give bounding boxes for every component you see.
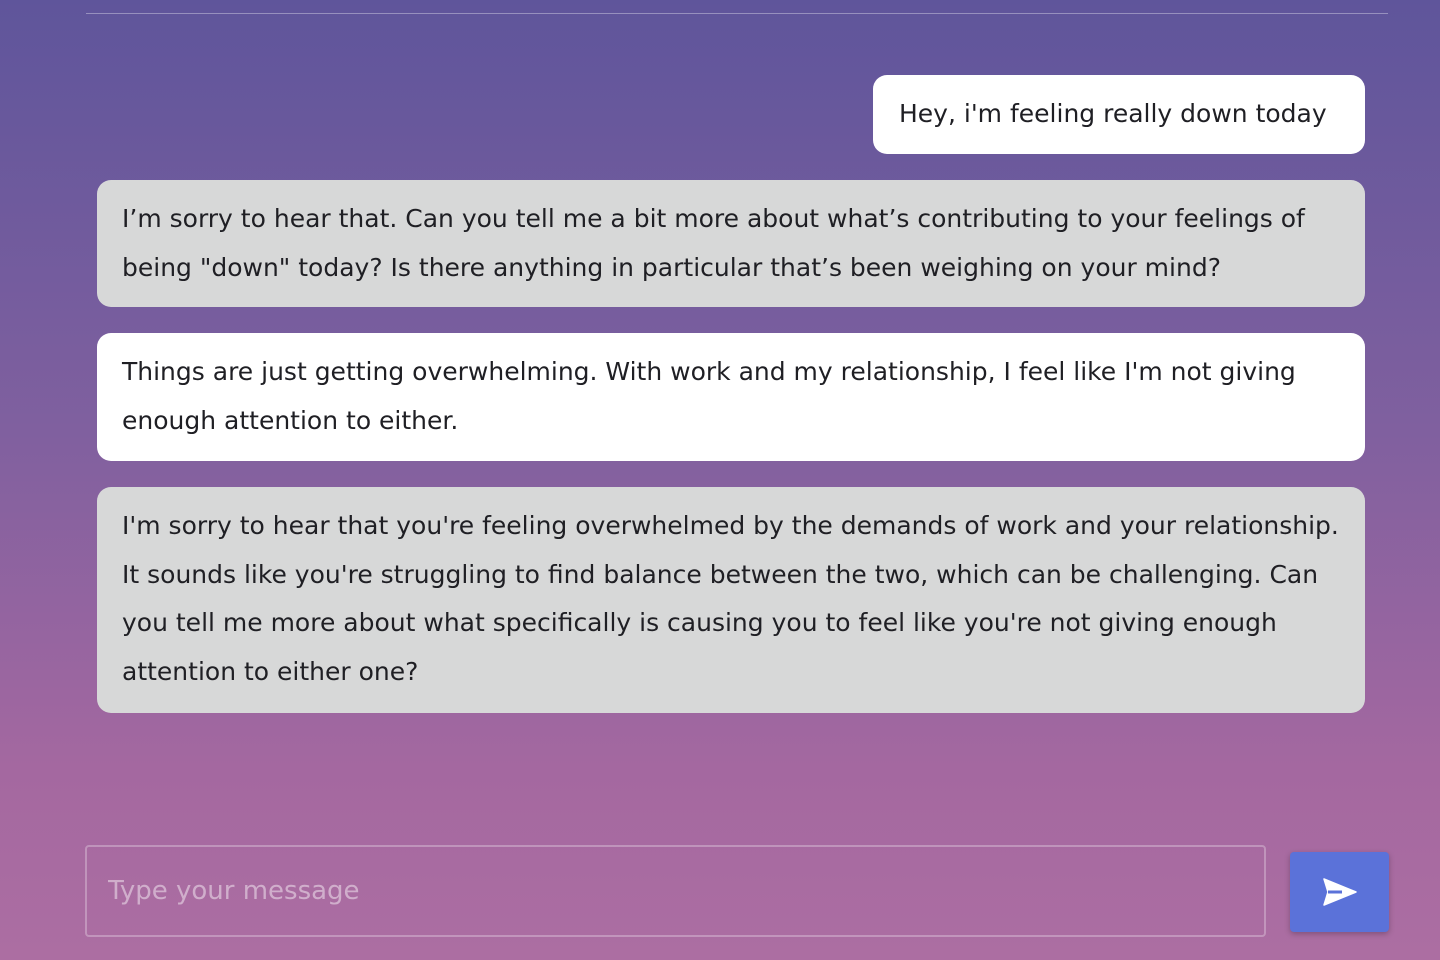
send-button[interactable]	[1290, 852, 1389, 932]
message-input[interactable]	[85, 845, 1266, 937]
chat-transcript: Hey, i'm feeling really down today I’m s…	[97, 75, 1365, 739]
message-text: I'm sorry to hear that you're feeling ov…	[122, 511, 1339, 686]
assistant-message-bubble: I'm sorry to hear that you're feeling ov…	[97, 487, 1365, 713]
message-text: Things are just getting overwhelming. Wi…	[122, 357, 1296, 435]
user-message-bubble: Things are just getting overwhelming. Wi…	[97, 333, 1365, 461]
assistant-message-bubble: I’m sorry to hear that. Can you tell me …	[97, 180, 1365, 307]
header-divider	[86, 13, 1388, 14]
user-message-bubble: Hey, i'm feeling really down today	[873, 75, 1365, 154]
message-text: I’m sorry to hear that. Can you tell me …	[122, 204, 1305, 282]
message-text: Hey, i'm feeling really down today	[899, 99, 1327, 128]
send-arrow-icon	[1322, 878, 1357, 906]
message-composer	[85, 845, 1389, 937]
